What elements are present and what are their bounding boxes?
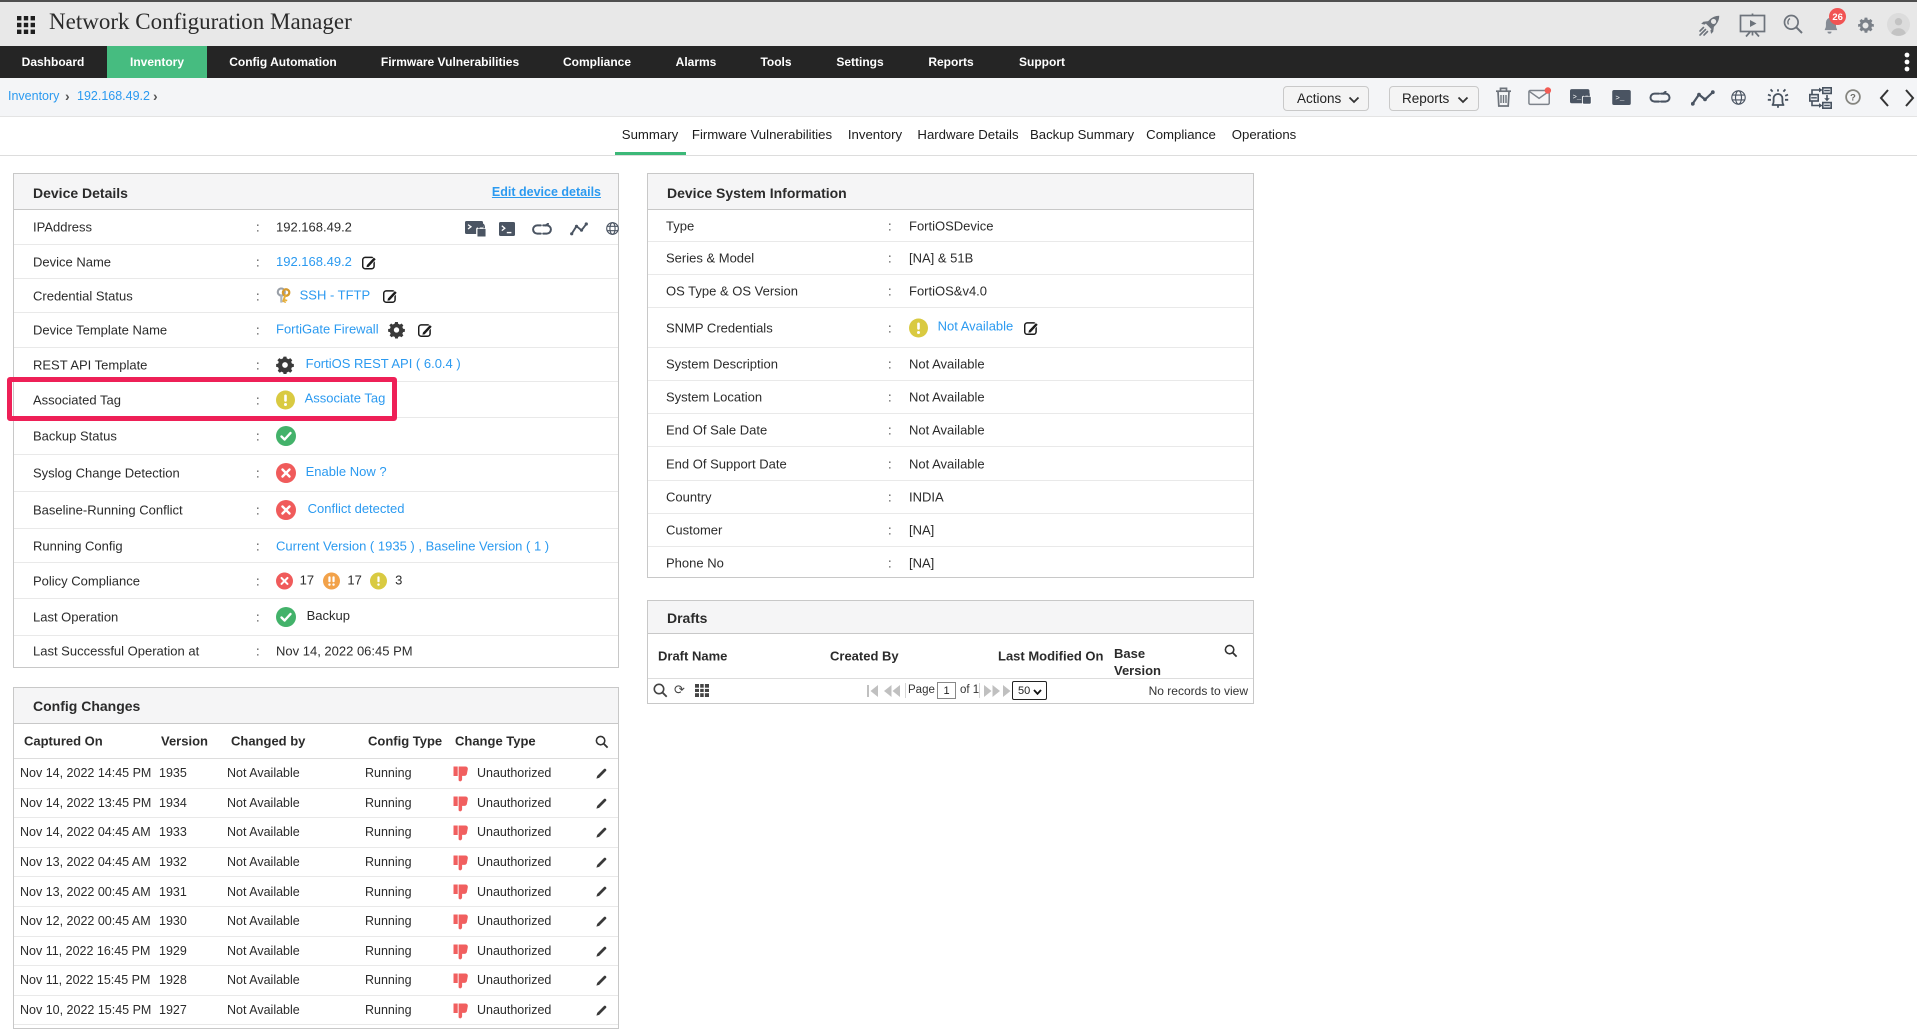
svg-text:>_: >_ [1573,94,1582,102]
svg-text:26: 26 [1832,12,1843,23]
svg-text:>_: >_ [1615,95,1625,103]
svg-text:?: ? [1850,92,1856,103]
